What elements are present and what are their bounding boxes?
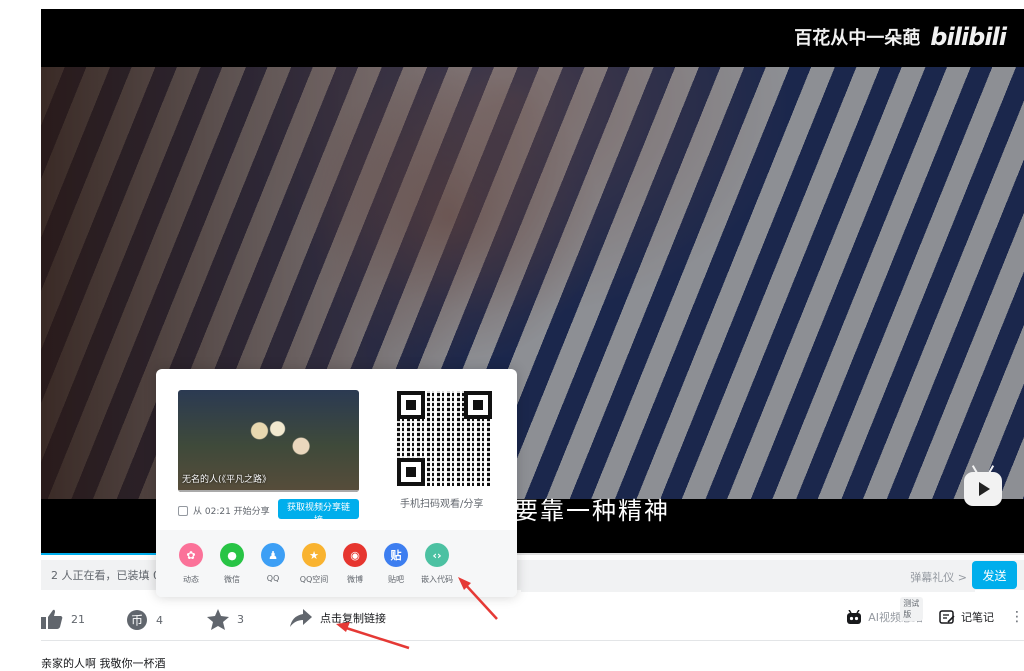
annotation-arrows [336,577,498,650]
annotation-arrow-embed [458,577,498,620]
annotation-arrow-copy-link [336,622,410,650]
